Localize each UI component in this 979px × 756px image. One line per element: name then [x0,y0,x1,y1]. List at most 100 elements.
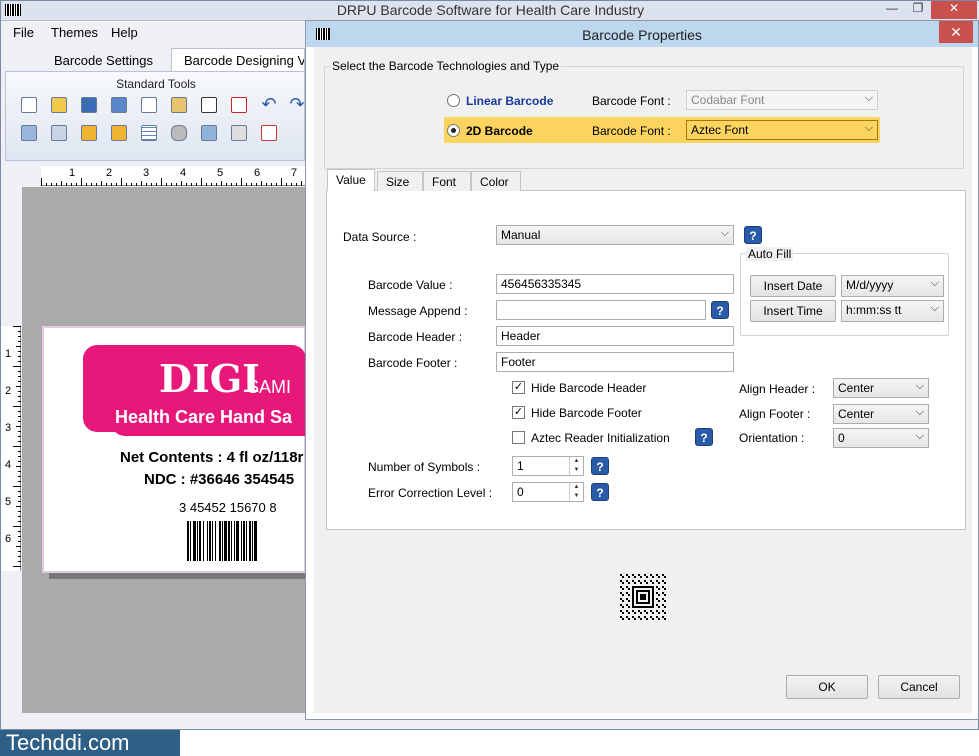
aztec-module [664,600,666,602]
ok-button[interactable]: OK [786,675,868,699]
delete-icon[interactable] [228,94,250,116]
twod-font-value: Aztec Font [691,123,749,137]
open-icon[interactable] [48,94,70,116]
tab-value[interactable]: Value [327,169,375,191]
grid-icon[interactable] [138,122,160,144]
aztec-module [652,576,654,578]
ruler-tick [18,381,21,382]
ruler-label: 3 [5,422,12,434]
hide-header-label[interactable]: Hide Barcode Header [531,381,646,395]
insert-date-button[interactable]: Insert Date [750,275,836,297]
undo-icon[interactable]: ↶ [258,94,280,116]
ruler-tick [18,401,21,402]
ruler-tick [246,183,247,186]
chevron-down-icon: ⌵ [915,406,924,418]
export-icon[interactable] [258,122,280,144]
barcode-bar [254,521,257,561]
tab-barcode-settings[interactable]: Barcode Settings [41,48,166,71]
insert-time-button[interactable]: Insert Time [750,300,836,322]
data-source-select[interactable]: Manual ⌵ [496,225,734,245]
twod-radio[interactable] [447,124,460,137]
print-icon[interactable] [228,122,250,144]
time-format-select[interactable]: h:mm:ss tt ⌵ [841,300,944,322]
barcode-bar [246,521,247,561]
unlock-icon[interactable] [108,122,130,144]
barcode-bar [193,521,196,561]
spin-arrows-icon[interactable]: ▲ ▼ [569,457,583,475]
ruler-tick [18,481,21,482]
linear-radio[interactable] [447,94,460,107]
aztec-init-label[interactable]: Aztec Reader Initialization [531,431,670,445]
aztec-init-help-icon[interactable]: ? [695,428,713,446]
ruler-tick [186,183,187,186]
error-correction-stepper[interactable]: 0 ▲ ▼ [512,482,584,502]
ruler-tick [241,178,242,186]
message-append-input[interactable] [496,300,706,320]
twod-label[interactable]: 2D Barcode [466,124,533,138]
close-icon[interactable]: ✕ [931,1,977,19]
ruler-tick [18,421,21,422]
bring-front-icon[interactable] [18,122,40,144]
save-as-icon[interactable] [108,94,130,116]
ruler-tick [121,178,122,186]
paste-icon[interactable] [168,94,190,116]
ruler-tick [131,183,132,186]
tab-color[interactable]: Color [471,171,521,191]
tab-barcode-designing[interactable]: Barcode Designing V [171,48,305,71]
save-icon[interactable] [78,94,100,116]
barcode-footer-label: Barcode Footer : [368,356,458,370]
aztec-module [628,582,630,584]
aztec-module [628,606,630,608]
data-source-help-icon[interactable]: ? [744,226,762,244]
error-correction-help-icon[interactable]: ? [591,483,609,501]
linear-font-select[interactable]: Codabar Font ⌵ [686,90,878,110]
toolbar-label: Standard Tools [116,77,196,91]
menu-file[interactable]: File [13,25,34,40]
aztec-module [622,606,624,608]
barcode-value-input[interactable]: 456456335345 [496,274,734,294]
tab-size[interactable]: Size [377,171,423,191]
ruler-tick [18,521,21,522]
num-symbols-stepper[interactable]: 1 ▲ ▼ [512,456,584,476]
menu-themes[interactable]: Themes [51,25,98,40]
barcode-header-input[interactable]: Header [496,326,734,346]
aztec-module [658,594,660,596]
menu-help[interactable]: Help [111,25,138,40]
lock-icon[interactable] [78,122,100,144]
maximize-icon[interactable]: ❐ [905,1,931,19]
new-icon[interactable] [18,94,40,116]
hide-footer-checkbox[interactable]: ✓ [512,406,525,419]
cut-icon[interactable] [198,94,220,116]
spin-arrows-icon[interactable]: ▲ ▼ [569,483,583,501]
net-contents: Net Contents : 4 fl oz/118r [120,449,304,466]
linear-label[interactable]: Linear Barcode [466,94,553,108]
num-symbols-help-icon[interactable]: ? [591,457,609,475]
tab-font[interactable]: Font [423,171,471,191]
ruler-tick [18,451,21,452]
date-format-select[interactable]: M/d/yyyy ⌵ [841,275,944,297]
send-back-icon[interactable] [48,122,70,144]
ruler-tick [171,183,172,186]
database-icon[interactable] [168,122,190,144]
aztec-init-checkbox[interactable] [512,431,525,444]
aztec-module [622,588,624,590]
hide-footer-label[interactable]: Hide Barcode Footer [531,406,642,420]
hide-header-checkbox[interactable]: ✓ [512,381,525,394]
ruler-tick [251,183,252,186]
image-icon[interactable] [198,122,220,144]
ruler-tick [221,181,222,186]
dialog-close-icon[interactable]: ✕ [939,21,973,43]
ruler-tick [16,346,21,347]
ruler-tick [291,183,292,186]
align-header-select[interactable]: Center ⌵ [833,378,929,398]
message-append-help-icon[interactable]: ? [711,301,729,319]
barcode-footer-input[interactable]: Footer [496,352,734,372]
time-format-value: h:mm:ss tt [846,303,902,317]
ruler-label: 7 [291,167,298,179]
orientation-select[interactable]: 0 ⌵ [833,428,929,448]
cancel-button[interactable]: Cancel [878,675,960,699]
copy-icon[interactable] [138,94,160,116]
align-footer-select[interactable]: Center ⌵ [833,404,929,424]
minimize-icon[interactable]: — [879,1,905,19]
twod-font-select[interactable]: Aztec Font ⌵ [686,120,878,140]
